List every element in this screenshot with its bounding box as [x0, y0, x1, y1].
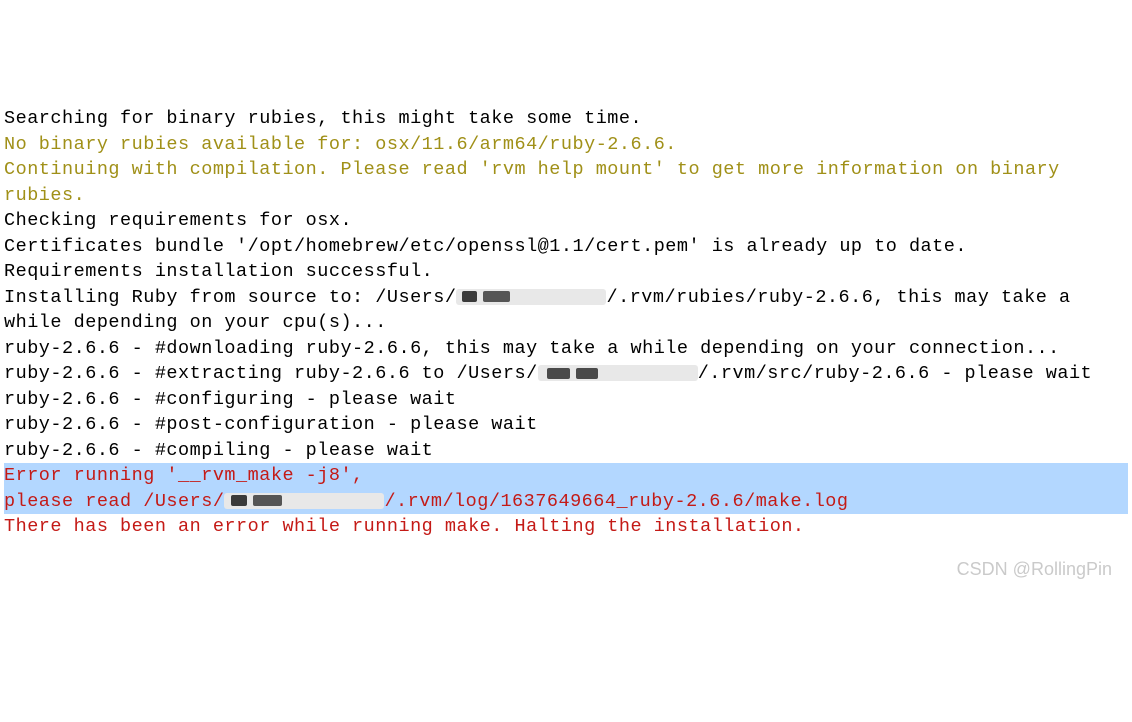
terminal-line-search: Searching for binary rubies, this might …: [4, 106, 1128, 132]
text-fragment: ruby-2.6.6 - #extracting ruby-2.6.6 to /…: [4, 363, 538, 384]
terminal-line-certs: Certificates bundle '/opt/homebrew/etc/o…: [4, 234, 1128, 260]
text-fragment: Installing Ruby from source to: /Users/: [4, 287, 456, 308]
redacted-username: [456, 289, 606, 305]
redacted-username: [538, 365, 698, 381]
terminal-line-downloading: ruby-2.6.6 - #downloading ruby-2.6.6, th…: [4, 336, 1128, 362]
text-fragment: please read /Users/: [4, 491, 224, 512]
terminal-line-extracting: ruby-2.6.6 - #extracting ruby-2.6.6 to /…: [4, 361, 1128, 387]
terminal-line-installing: Installing Ruby from source to: /Users//…: [4, 285, 1128, 336]
redacted-username: [224, 493, 384, 509]
watermark-text: CSDN @RollingPin: [957, 557, 1112, 582]
text-fragment: /.rvm/log/1637649664_ruby-2.6.6/make.log: [384, 491, 848, 512]
terminal-line-nobinary: No binary rubies available for: osx/11.6…: [4, 132, 1128, 158]
terminal-line-reqsuccess: Requirements installation successful.: [4, 259, 1128, 285]
text-fragment: /.rvm/src/ruby-2.6.6 - please wait: [698, 363, 1092, 384]
terminal-line-checking: Checking requirements for osx.: [4, 208, 1128, 234]
terminal-line-error-log: please read /Users/ /.rvm/log/1637649664_…: [4, 489, 1128, 515]
terminal-line-postconfig: ruby-2.6.6 - #post-configuration - pleas…: [4, 412, 1128, 438]
terminal-line-error-make: Error running '__rvm_make -j8',: [4, 463, 1128, 489]
terminal-line-continuing: Continuing with compilation. Please read…: [4, 157, 1128, 208]
terminal-line-halting: There has been an error while running ma…: [4, 514, 1128, 540]
terminal-line-compiling: ruby-2.6.6 - #compiling - please wait: [4, 438, 1128, 464]
terminal-line-configuring: ruby-2.6.6 - #configuring - please wait: [4, 387, 1128, 413]
